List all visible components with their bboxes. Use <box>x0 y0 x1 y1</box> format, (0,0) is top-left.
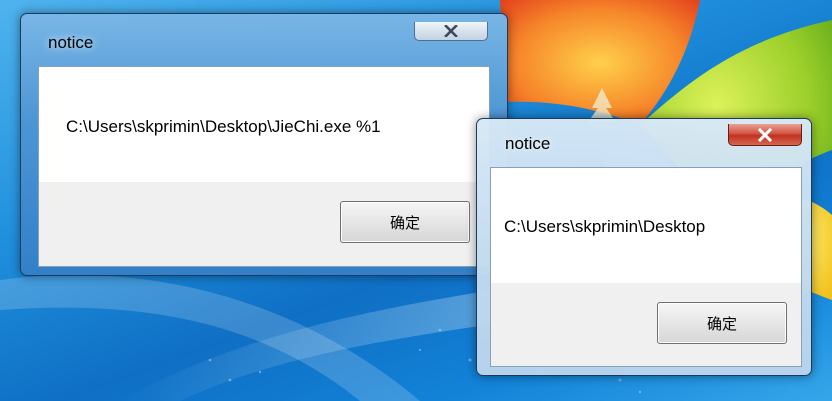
dialog-title: notice <box>505 134 551 153</box>
notice-dialog-2[interactable]: notice C:\Users\skprimin\Desktop 确定 <box>476 118 812 376</box>
ok-button[interactable]: 确定 <box>657 302 787 344</box>
close-icon <box>757 127 773 142</box>
dialog-client-area: C:\Users\skprimin\Desktop 确定 <box>490 167 802 367</box>
close-icon <box>444 25 458 37</box>
dialog-title: notice <box>48 33 94 52</box>
message-area: C:\Users\skprimin\Desktop\JieChi.exe %1 <box>39 67 489 182</box>
dialog-client-area: C:\Users\skprimin\Desktop\JieChi.exe %1 … <box>38 66 490 267</box>
notice-dialog-1[interactable]: notice C:\Users\skprimin\Desktop\JieChi.… <box>20 13 508 276</box>
close-button[interactable] <box>414 22 488 41</box>
ok-button[interactable]: 确定 <box>340 201 470 243</box>
close-button[interactable] <box>728 124 802 146</box>
message-text: C:\Users\skprimin\Desktop <box>504 217 706 236</box>
message-area: C:\Users\skprimin\Desktop <box>491 168 801 283</box>
message-text: C:\Users\skprimin\Desktop\JieChi.exe %1 <box>66 117 381 136</box>
